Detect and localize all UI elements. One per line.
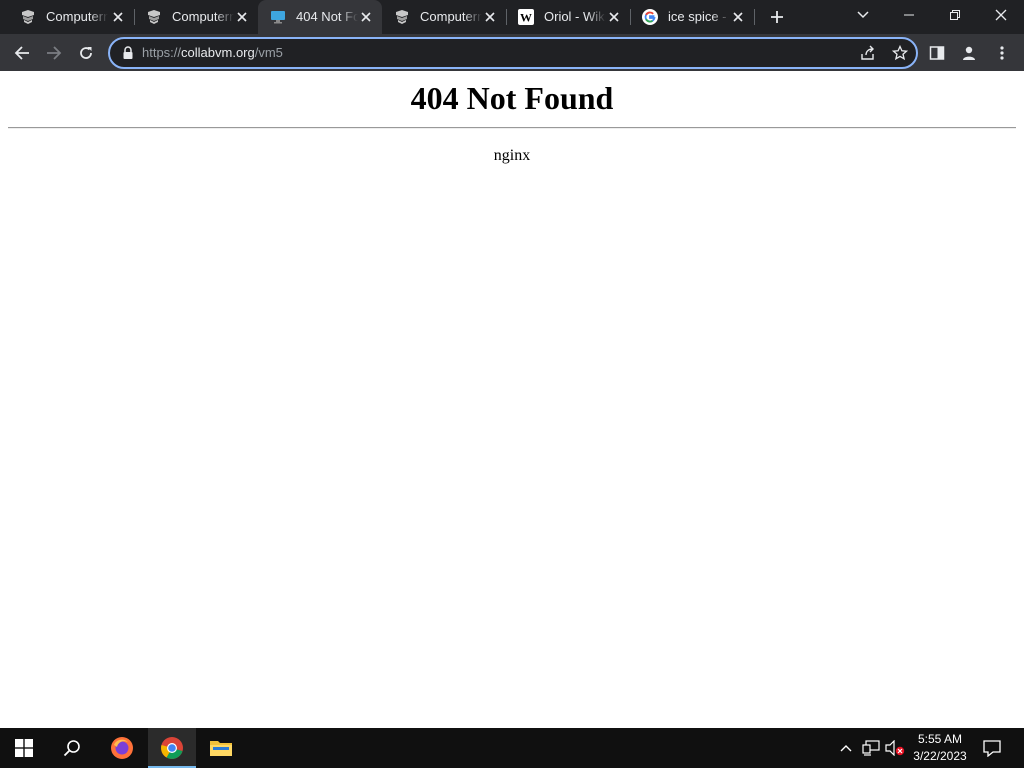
tab-title: 404 Not Found [296, 9, 358, 24]
tab-search-button[interactable] [840, 0, 886, 30]
more-vert-icon [1000, 46, 1004, 60]
tab-1[interactable]: Computern [8, 0, 134, 34]
chrome-icon [161, 737, 183, 759]
minimize-icon [904, 14, 914, 16]
share-icon [861, 45, 874, 60]
start-button[interactable] [0, 728, 48, 768]
taskbar: 5:55 AM 3/22/2023 [0, 728, 1024, 768]
person-icon [963, 46, 975, 60]
tab-6[interactable]: ice spice - Google [630, 0, 754, 34]
chevron-up-icon [840, 745, 852, 752]
close-icon[interactable] [358, 9, 374, 25]
collabvm-icon [146, 9, 162, 25]
restore-button[interactable] [932, 0, 978, 30]
tab-3[interactable]: 404 Not Found [258, 0, 382, 34]
firefox-icon [111, 737, 133, 759]
minimize-button[interactable] [886, 0, 932, 30]
page-title: 404 Not Found [410, 80, 614, 116]
tab-title: Computern [172, 9, 234, 24]
monitor-icon [270, 9, 286, 25]
tab-title: Computern [420, 9, 482, 24]
side-panel-icon [929, 46, 945, 60]
tab-4[interactable]: Computern [382, 0, 506, 34]
bookmark-button[interactable] [890, 43, 910, 63]
profile-button[interactable] [956, 40, 982, 66]
browser-toolbar: https://collabvm.org/vm5 [0, 34, 1024, 71]
url-path: /vm5 [254, 45, 283, 60]
menu-button[interactable] [989, 40, 1015, 66]
back-button[interactable] [9, 40, 35, 66]
star-icon [892, 45, 908, 61]
close-window-button[interactable] [978, 0, 1024, 30]
page-content: 404 Not Found nginx [0, 71, 1024, 728]
tab-strip: Computern Computern 404 Not Found Comput… [0, 0, 1024, 34]
speaker-muted-icon [885, 740, 905, 756]
share-button[interactable] [858, 43, 878, 63]
action-center-button[interactable] [978, 728, 1006, 768]
reload-button[interactable] [73, 40, 99, 66]
close-icon [995, 9, 1007, 21]
forward-button[interactable] [41, 40, 67, 66]
plus-icon [771, 11, 783, 23]
clock-date: 3/22/2023 [913, 749, 967, 763]
url-scheme: https:// [142, 45, 182, 60]
network-button[interactable] [860, 728, 882, 768]
chevron-down-icon [857, 11, 869, 19]
server-signature: nginx [493, 147, 531, 164]
new-tab-button[interactable] [766, 6, 788, 28]
search-button[interactable] [48, 728, 96, 768]
volume-button[interactable] [884, 728, 906, 768]
address-bar[interactable]: https://collabvm.org/vm5 [108, 37, 918, 69]
lock-icon[interactable] [122, 46, 134, 60]
windows-icon [15, 739, 33, 757]
tab-2[interactable]: Computern [134, 0, 258, 34]
tab-divider [754, 9, 755, 25]
folder-icon [210, 741, 232, 756]
tab-title: ice spice - Google [668, 9, 730, 24]
show-hidden-icons-button[interactable] [836, 728, 856, 768]
side-panel-button[interactable] [924, 40, 950, 66]
close-icon[interactable] [730, 9, 746, 25]
collabvm-icon [20, 9, 36, 25]
clock[interactable]: 5:55 AM 3/22/2023 [908, 731, 972, 765]
reload-icon [80, 47, 92, 59]
wikipedia-icon: W [518, 9, 534, 25]
svg-text:W: W [520, 11, 532, 25]
close-icon[interactable] [234, 9, 250, 25]
tab-title: Oriol - Wikipedia [544, 9, 606, 24]
url-text[interactable]: https://collabvm.org/vm5 [142, 45, 283, 61]
chrome-taskbar-button[interactable] [148, 728, 196, 768]
search-icon [63, 740, 80, 757]
divider [8, 127, 1016, 129]
network-icon [862, 740, 880, 756]
close-icon[interactable] [110, 9, 126, 25]
close-icon[interactable] [606, 9, 622, 25]
arrow-right-icon [47, 46, 62, 60]
file-explorer-taskbar-button[interactable] [197, 728, 245, 768]
url-host: collabvm.org [181, 45, 255, 60]
google-icon [642, 9, 658, 25]
notification-icon [983, 739, 1001, 757]
close-icon[interactable] [482, 9, 498, 25]
tab-title: Computern [46, 9, 108, 24]
collabvm-icon [394, 9, 410, 25]
restore-icon [950, 10, 960, 20]
arrow-left-icon [14, 46, 29, 60]
tab-5[interactable]: W Oriol - Wikipedia [506, 0, 630, 34]
firefox-taskbar-button[interactable] [98, 728, 146, 768]
clock-time: 5:55 AM [917, 732, 963, 746]
